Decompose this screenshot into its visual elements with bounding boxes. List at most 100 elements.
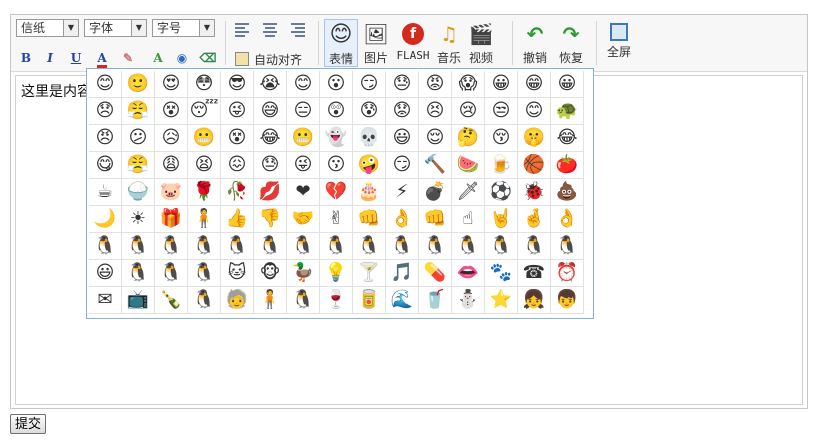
emoticon-cell[interactable]: 🧍 [254, 287, 287, 314]
emoticon-cell[interactable]: 🐧 [188, 233, 221, 260]
emoticon-cell[interactable]: 😰 [353, 98, 386, 125]
emoticon-cell[interactable]: 🐞 [518, 179, 551, 206]
emoticon-cell[interactable]: 😂 [254, 125, 287, 152]
emoticon-cell[interactable]: 😫 [188, 152, 221, 179]
emoticon-cell[interactable]: 🤘 [485, 206, 518, 233]
emoticon-cell[interactable]: 🥀 [221, 179, 254, 206]
emoticon-cell[interactable]: 😁 [518, 71, 551, 98]
emoticon-cell[interactable]: 👌 [386, 206, 419, 233]
redo-button[interactable]: ↷ 恢复 [556, 19, 586, 67]
emoticon-cell[interactable]: 🍉 [452, 152, 485, 179]
emoticon-cell[interactable]: 😮 [320, 71, 353, 98]
emoticon-cell[interactable]: 🍾 [155, 287, 188, 314]
video-button[interactable]: 🎬 视频 [466, 19, 496, 67]
emoticon-cell[interactable]: 🐱 [221, 260, 254, 287]
stationery-select[interactable]: 信纸 ▼ [16, 19, 79, 37]
emoticon-cell[interactable]: 😂 [551, 125, 584, 152]
emoticon-cell[interactable]: 😊 [518, 98, 551, 125]
emoticon-cell[interactable]: 👊 [353, 206, 386, 233]
emoticon-cell[interactable]: 🐧 [254, 233, 287, 260]
emoticon-cell[interactable]: 🍷 [320, 287, 353, 314]
emoticon-cell[interactable]: 😋 [89, 152, 122, 179]
emoticon-cell[interactable]: 📺 [122, 287, 155, 314]
emoticon-cell[interactable]: 😬 [188, 125, 221, 152]
font-family-select[interactable]: 字体 ▼ [84, 19, 147, 37]
emoticon-cell[interactable]: 😤 [122, 98, 155, 125]
emoticon-cell[interactable]: 😱 [452, 71, 485, 98]
undo-button[interactable]: ↶ 撤销 [520, 19, 550, 67]
emoticon-cell[interactable]: 🤞 [518, 206, 551, 233]
emoticon-cell[interactable]: ⚡ [386, 179, 419, 206]
emoticon-cell[interactable]: 🤝 [287, 206, 320, 233]
emoticon-cell[interactable]: 🌹 [188, 179, 221, 206]
emoticon-cell[interactable]: 🤫 [518, 125, 551, 152]
align-center-icon[interactable] [263, 21, 277, 37]
emoticon-cell[interactable]: 🌊 [386, 287, 419, 314]
emoticon-cell[interactable]: 😍 [155, 71, 188, 98]
auto-align-button[interactable]: 自动对齐 [235, 51, 302, 67]
emoticon-cell[interactable]: 💀 [353, 125, 386, 152]
font-color-button[interactable]: A [93, 49, 111, 68]
emoticon-cell[interactable]: 👊 [419, 206, 452, 233]
emoticon-cell[interactable]: 😜 [221, 98, 254, 125]
emoticon-cell[interactable]: 😎 [221, 71, 254, 98]
emoticon-cell[interactable]: 😩 [155, 152, 188, 179]
emoticon-cell[interactable]: 👻 [320, 125, 353, 152]
emoticon-cell[interactable]: 😲 [320, 98, 353, 125]
emoticon-cell[interactable]: 😅 [254, 98, 287, 125]
highlight-color-icon[interactable]: ✎ [119, 49, 137, 67]
emoticon-cell[interactable]: 🍚 [122, 179, 155, 206]
emoticon-cell[interactable]: 🐾 [485, 260, 518, 287]
emoticon-cell[interactable]: 🐧 [155, 260, 188, 287]
emoticon-cell[interactable]: 😀 [551, 71, 584, 98]
emoticon-cell[interactable]: 💋 [254, 179, 287, 206]
emoticon-cell[interactable]: 😡 [419, 71, 452, 98]
emoticon-cell[interactable]: 😢 [452, 98, 485, 125]
text-effects-icon[interactable]: A [149, 49, 167, 67]
emoticon-cell[interactable]: 🐧 [518, 233, 551, 260]
emoticon-cell[interactable]: 😳 [188, 71, 221, 98]
emoticon-button[interactable]: 😊 表情 [324, 19, 358, 67]
emoticon-cell[interactable]: 😥 [155, 125, 188, 152]
emoticon-cell[interactable]: 😬 [287, 125, 320, 152]
emoticon-cell[interactable]: 🐧 [452, 233, 485, 260]
emoticon-cell[interactable]: 😵 [221, 125, 254, 152]
emoticon-cell[interactable]: 😏 [386, 152, 419, 179]
emoticon-cell[interactable]: 💩 [551, 179, 584, 206]
emoticon-cell[interactable]: 😃 [386, 125, 419, 152]
emoticon-cell[interactable]: 🥫 [353, 287, 386, 314]
emoticon-cell[interactable]: 😓 [386, 71, 419, 98]
emoticon-cell[interactable]: 🐧 [287, 233, 320, 260]
emoticon-cell[interactable]: 😵 [155, 98, 188, 125]
emoticon-cell[interactable]: 🎵 [386, 260, 419, 287]
emoticon-cell[interactable]: 👍 [221, 206, 254, 233]
emoticon-cell[interactable]: 😚 [485, 125, 518, 152]
emoticon-cell[interactable]: 🗡 [452, 179, 485, 206]
emoticon-cell[interactable]: 🐧 [221, 233, 254, 260]
emoticon-cell[interactable]: 😞 [89, 98, 122, 125]
emoticon-cell[interactable]: ✌ [320, 206, 353, 233]
align-right-icon[interactable] [291, 21, 305, 37]
emoticon-cell[interactable]: 🐧 [320, 233, 353, 260]
emoticon-cell[interactable]: 😒 [485, 98, 518, 125]
emoticon-cell[interactable]: 🐧 [188, 260, 221, 287]
emoticon-cell[interactable]: 💊 [419, 260, 452, 287]
emoticon-cell[interactable]: 😕 [122, 125, 155, 152]
emoticon-cell[interactable]: 😠 [89, 125, 122, 152]
italic-button[interactable]: I [41, 49, 59, 67]
emoticon-cell[interactable]: 😜 [287, 152, 320, 179]
emoticon-cell[interactable]: 🐵 [254, 260, 287, 287]
emoticon-cell[interactable]: 🐧 [188, 287, 221, 314]
emoticon-cell[interactable]: ☝ [452, 206, 485, 233]
emoticon-cell[interactable]: 🐧 [551, 233, 584, 260]
submit-button[interactable]: 提交 [10, 414, 47, 434]
emoticon-cell[interactable]: 😭 [254, 71, 287, 98]
emoticon-cell[interactable]: 🍅 [551, 152, 584, 179]
emoticon-cell[interactable]: 😊 [89, 71, 122, 98]
emoticon-cell[interactable]: 🦆 [287, 260, 320, 287]
emoticon-cell[interactable]: 🤪 [353, 152, 386, 179]
emoticon-cell[interactable]: 🐷 [155, 179, 188, 206]
emoticon-cell[interactable]: ⏰ [551, 260, 584, 287]
emoticon-cell[interactable]: 💣 [419, 179, 452, 206]
emoticon-cell[interactable]: 🐧 [287, 287, 320, 314]
